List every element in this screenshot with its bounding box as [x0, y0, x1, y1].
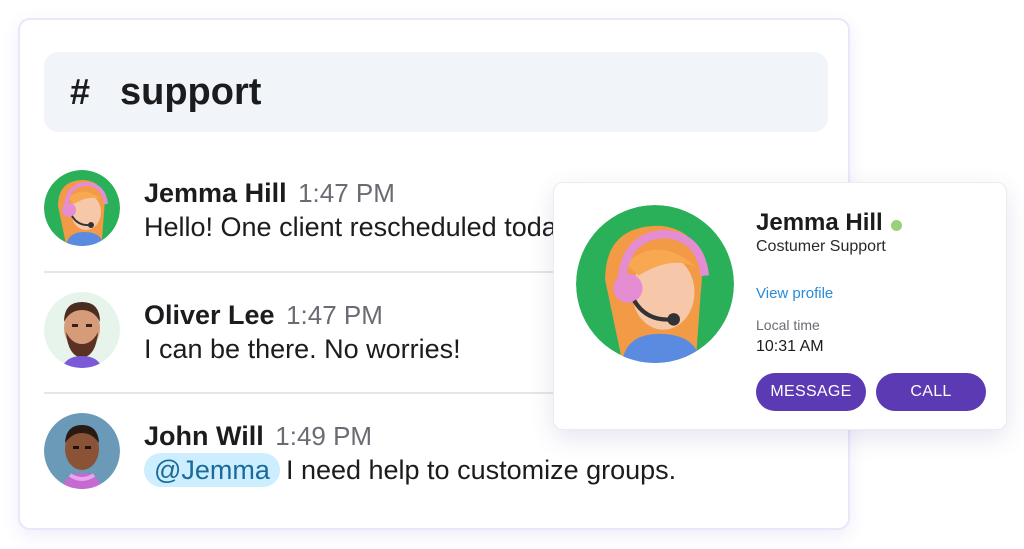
local-time-label: Local time — [756, 317, 820, 333]
author-name[interactable]: Jemma Hill — [144, 178, 287, 208]
author-name[interactable]: John Will — [144, 421, 264, 451]
message-time: 1:47 PM — [286, 300, 383, 330]
author-name[interactable]: Oliver Lee — [144, 300, 275, 330]
online-status-icon — [891, 220, 902, 231]
message-text: Hello! One client rescheduled today — [144, 212, 571, 242]
view-profile-link[interactable]: View profile — [756, 285, 833, 302]
woman-headset-avatar-icon[interactable] — [44, 170, 120, 246]
message-time: 1:49 PM — [275, 421, 373, 451]
bearded-man-avatar-icon[interactable] — [44, 292, 120, 368]
woman-headset-avatar-icon — [576, 205, 734, 363]
mention-tag[interactable]: @Jemma — [144, 453, 280, 487]
profile-card: Jemma Hill Costumer Support View profile… — [553, 182, 1007, 430]
message-text: I can be there. No worries! — [144, 334, 461, 364]
channel-name: support — [120, 70, 262, 113]
call-button[interactable]: CALL — [876, 373, 986, 411]
profile-name: Jemma Hill — [756, 209, 883, 236]
message-author[interactable]: Oliver Lee 1:47 PM — [144, 300, 383, 331]
message-item: John Will 1:49 PM @Jemma I need help to c… — [44, 413, 828, 528]
man-avatar-icon[interactable] — [44, 413, 120, 489]
message-text: @Jemma I need help to customize groups. — [144, 453, 677, 487]
channel-header: # support — [44, 52, 828, 132]
message-author[interactable]: John Will 1:49 PM — [144, 421, 372, 452]
message-time: 1:47 PM — [298, 178, 395, 208]
local-time-value: 10:31 AM — [756, 338, 824, 355]
channel-hash-icon: # — [70, 71, 91, 112]
profile-role: Costumer Support — [756, 238, 886, 255]
message-author[interactable]: Jemma Hill 1:47 PM — [144, 178, 395, 209]
message-button[interactable]: MESSAGE — [756, 373, 866, 411]
message-body: I need help to customize groups. — [285, 455, 677, 485]
